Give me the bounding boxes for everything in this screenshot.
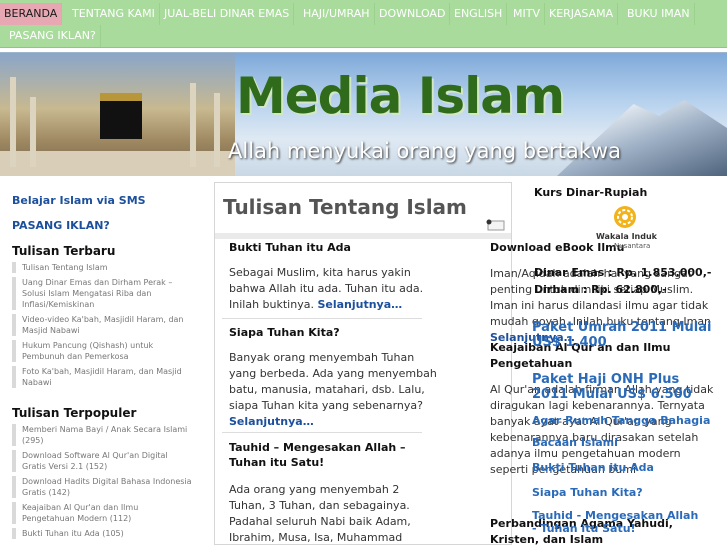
- nav-item-english[interactable]: ENGLISH: [450, 3, 508, 25]
- pasang-iklan-link[interactable]: PASANG IKLAN?: [12, 219, 110, 232]
- kurs-heading: Kurs Dinar-Rupiah: [534, 186, 648, 199]
- mountain-image: [557, 100, 727, 176]
- nav-item-mitv[interactable]: MITV: [509, 3, 545, 25]
- read-more-link[interactable]: Selanjutnya…: [229, 415, 314, 428]
- site-tagline: Allah menyukai orang yang bertakwa: [228, 139, 621, 163]
- popular-posts-heading: Tulisan Terpopuler: [12, 406, 137, 420]
- popular-post-item[interactable]: Download Hadits Digital Bahasa Indonesia…: [12, 476, 192, 498]
- sidebar-link-bukti-tuhan[interactable]: Bukti Tuhan itu Ada: [532, 461, 654, 474]
- page: BERANDA TENTANG KAMI JUAL-BELI DINAR EMA…: [0, 0, 727, 545]
- wakala-logo-icon[interactable]: [612, 204, 638, 230]
- header-banner: Media Islam Allah menyukai orang yang be…: [0, 52, 727, 176]
- right-sidebar: Kurs Dinar-Rupiah Wakala Induk Nusantara…: [530, 182, 727, 545]
- kaaba-photo: [0, 53, 235, 176]
- post-title[interactable]: Tauhid – Mengesakan Allah – Tuhan itu Sa…: [229, 440, 439, 470]
- popular-post-item[interactable]: Bukti Tuhan itu Ada (105): [12, 528, 192, 539]
- post-bukti-tuhan: Bukti Tuhan itu Ada Sebagai Muslim, kita…: [229, 240, 439, 313]
- post-excerpt: Sebagai Muslim, kita harus yakin bahwa A…: [229, 266, 424, 311]
- nav-item-haji-umrah[interactable]: HAJI/UMRAH: [299, 3, 375, 25]
- top-nav: BERANDA TENTANG KAMI JUAL-BELI DINAR EMA…: [0, 0, 727, 48]
- sidebar-link-siapa-tuhan[interactable]: Siapa Tuhan Kita?: [532, 486, 643, 499]
- recent-posts-heading: Tulisan Terbaru: [12, 244, 116, 258]
- haji-package-link[interactable]: Paket Haji ONH Plus 2011 Mulai US$ 6.500: [532, 372, 712, 402]
- nav-item-beranda[interactable]: BERANDA: [0, 3, 63, 25]
- nav-item-jual-beli-dinar-emas[interactable]: JUAL-BELI DINAR EMAS: [160, 3, 295, 25]
- post-title[interactable]: Bukti Tuhan itu Ada: [229, 240, 439, 255]
- nav-item-kerjasama[interactable]: KERJASAMA: [545, 3, 619, 25]
- nav-item-download[interactable]: DOWNLOAD: [375, 3, 451, 25]
- read-more-link[interactable]: Selanjutnya…: [317, 298, 402, 311]
- divider: [222, 432, 422, 433]
- post-siapa-tuhan: Siapa Tuhan Kita? Banyak orang menyembah…: [229, 325, 439, 430]
- recent-posts-list: Tulisan Tentang Islam Uang Dinar Emas da…: [12, 262, 192, 392]
- left-sidebar: Belajar Islam via SMS PASANG IKLAN? Tuli…: [0, 182, 196, 545]
- dinar-price: Dinar Emas : Rp. 1.853.000,-: [534, 266, 712, 279]
- recent-post-item[interactable]: Video-video Ka'bah, Masjidil Haram, dan …: [12, 314, 192, 336]
- divider: [222, 318, 422, 319]
- nav-item-pasang-iklan[interactable]: PASANG IKLAN?: [5, 25, 101, 47]
- post-tauhid: Tauhid – Mengesakan Allah – Tuhan itu Sa…: [229, 440, 439, 545]
- wakala-name: Wakala Induk: [596, 232, 657, 241]
- post-excerpt: Banyak orang menyembah Tuhan yang berbed…: [229, 351, 437, 428]
- recent-post-item[interactable]: Tulisan Tentang Islam: [12, 262, 192, 273]
- popular-posts-list: Memberi Nama Bayi / Anak Secara Islami (…: [12, 424, 192, 543]
- post-excerpt: Ada orang yang menyembah 2 Tuhan, 3 Tuha…: [229, 483, 411, 544]
- post-title[interactable]: Siapa Tuhan Kita?: [229, 325, 439, 340]
- nav-item-buku-iman[interactable]: BUKU IMAN: [623, 3, 695, 25]
- wakala-subtitle: Nusantara: [614, 242, 651, 250]
- sidebar-link-bacaan-islami[interactable]: Bacaan Islami: [532, 436, 618, 449]
- umrah-package-link[interactable]: Paket Umrah 2011 Mulai US$ 1.400: [532, 320, 722, 350]
- dirham-price: Dirham : Rp. 62.800,-: [534, 283, 667, 296]
- pushpin-icon: [486, 219, 505, 231]
- recent-post-item[interactable]: Foto Ka'bah, Masjidil Haram, dan Masjid …: [12, 366, 192, 388]
- kaaba-icon: [100, 93, 142, 139]
- popular-post-item[interactable]: Memberi Nama Bayi / Anak Secara Islami (…: [12, 424, 192, 446]
- popular-post-item[interactable]: Download Software Al Qur'an Digital Grat…: [12, 450, 192, 472]
- recent-post-item[interactable]: Uang Dinar Emas dan Dirham Perak – Solus…: [12, 277, 192, 310]
- nav-item-tentang-kami[interactable]: TENTANG KAMI: [68, 3, 160, 25]
- sidebar-link-tauhid[interactable]: Tauhid - Mengesakan Allah - Tuhan itu Sa…: [532, 509, 702, 535]
- popular-post-item[interactable]: Keajaiban Al Qur'an dan Ilmu Pengetahuan…: [12, 502, 192, 524]
- page-title: Tulisan Tentang Islam: [223, 195, 467, 219]
- title-divider: [215, 233, 511, 239]
- sidebar-link-rumah-tangga[interactable]: Agar Rumah Tangga Bahagia: [532, 414, 722, 427]
- site-title[interactable]: Media Islam: [236, 67, 565, 125]
- recent-post-item[interactable]: Hukum Pancung (Qishash) untuk Pembunuh d…: [12, 340, 192, 362]
- sms-link[interactable]: Belajar Islam via SMS: [12, 194, 146, 207]
